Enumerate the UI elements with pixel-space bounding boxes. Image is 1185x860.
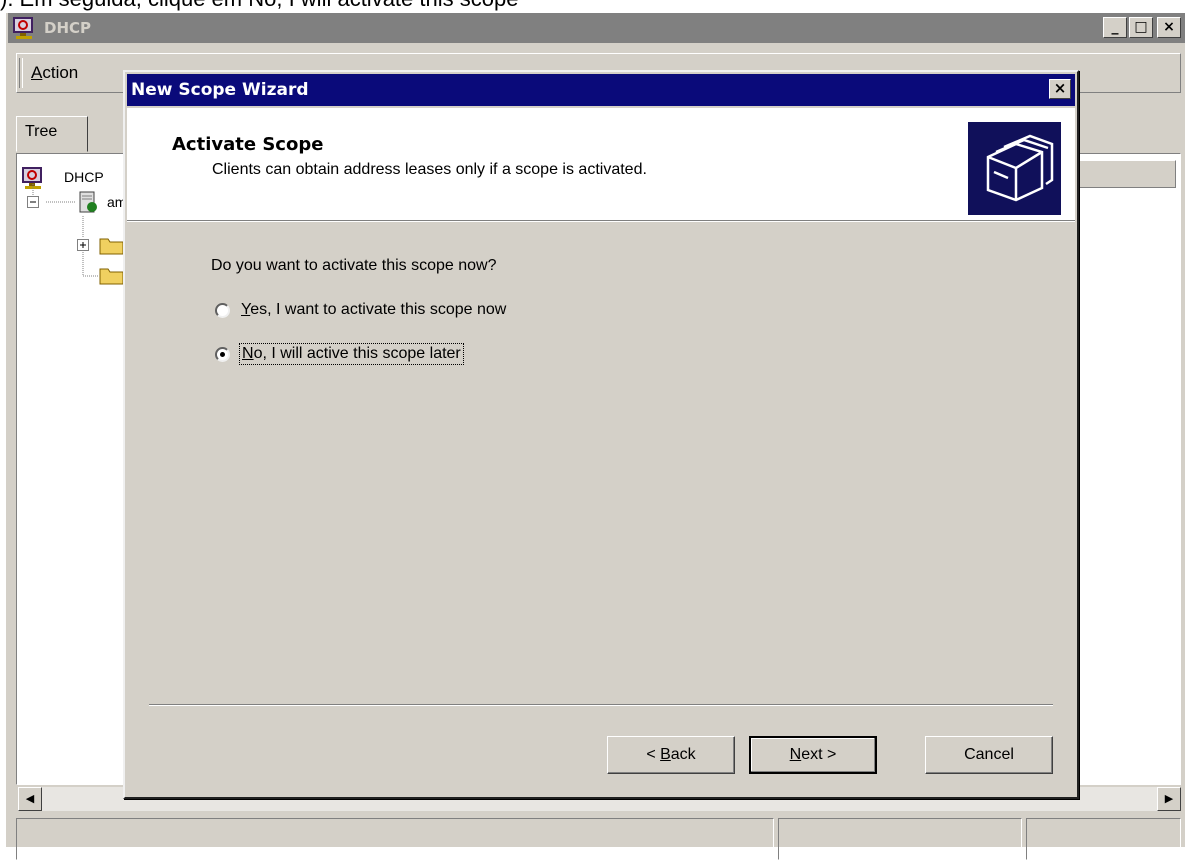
radio-activate-now-text: es, I want to activate this scope now bbox=[250, 301, 507, 318]
radio-activate-later-text: o, I will active this scope later bbox=[253, 345, 461, 362]
next-button-text: ext > bbox=[801, 746, 837, 763]
wizard-page-title: Activate Scope bbox=[172, 134, 324, 155]
cancel-button[interactable]: Cancel bbox=[925, 736, 1053, 774]
radio-activate-now-mnemonic: Y bbox=[241, 301, 251, 318]
header-divider bbox=[127, 221, 1075, 222]
status-bar bbox=[16, 818, 1181, 860]
radio-activate-later[interactable]: No, I will active this scope later bbox=[215, 342, 464, 366]
status-panel bbox=[1026, 818, 1181, 860]
menu-action-rest: ction bbox=[42, 63, 79, 82]
menubar-grip bbox=[19, 58, 23, 88]
back-button[interactable]: < Back bbox=[607, 736, 735, 774]
radio-activate-later-label[interactable]: No, I will active this scope later bbox=[239, 343, 464, 365]
scroll-left-arrow-icon[interactable]: ◀ bbox=[18, 787, 42, 811]
wizard-titlebar[interactable]: New Scope Wizard × bbox=[127, 74, 1075, 106]
main-window-title: DHCP bbox=[44, 19, 92, 37]
back-button-text: ack bbox=[670, 746, 696, 763]
wizard-title: New Scope Wizard bbox=[131, 80, 309, 100]
wizard-close-button[interactable]: × bbox=[1049, 79, 1071, 99]
instruction-caption: ). Em seguida, clique em No, I will acti… bbox=[0, 0, 1185, 12]
tab-tree[interactable]: Tree bbox=[16, 116, 88, 152]
radio-button-unchecked[interactable] bbox=[215, 302, 230, 318]
radio-activate-later-mnemonic: N bbox=[242, 345, 254, 362]
maximize-button[interactable]: □ bbox=[1129, 17, 1153, 38]
list-column-header[interactable] bbox=[1076, 160, 1176, 188]
close-button[interactable]: × bbox=[1157, 17, 1181, 38]
main-titlebar[interactable]: DHCP _ □ × bbox=[8, 13, 1185, 43]
status-panel bbox=[778, 818, 1022, 860]
radio-activate-now-label[interactable]: Yes, I want to activate this scope now bbox=[239, 300, 508, 320]
scroll-right-arrow-icon[interactable]: ▶ bbox=[1157, 787, 1181, 811]
next-button-mnemonic: N bbox=[789, 746, 802, 763]
folders-icon bbox=[968, 122, 1061, 215]
minimize-button[interactable]: _ bbox=[1103, 17, 1127, 38]
footer-divider-highlight bbox=[149, 705, 1053, 706]
dhcp-app-icon bbox=[12, 16, 40, 44]
menu-action[interactable]: Action bbox=[31, 63, 78, 83]
radio-activate-now[interactable]: Yes, I want to activate this scope now bbox=[215, 298, 508, 322]
new-scope-wizard-dialog: New Scope Wizard × Activate Scope Client… bbox=[123, 70, 1079, 799]
radio-button-checked[interactable] bbox=[215, 346, 230, 362]
tree-lines bbox=[32, 184, 99, 277]
wizard-page-subtitle: Clients can obtain address leases only i… bbox=[212, 161, 647, 178]
back-button-prefix: < bbox=[646, 746, 661, 763]
activate-question: Do you want to activate this scope now? bbox=[211, 257, 497, 274]
back-button-mnemonic: B bbox=[660, 746, 671, 763]
wizard-header: Activate Scope Clients can obtain addres… bbox=[127, 108, 1075, 221]
status-panel bbox=[16, 818, 774, 860]
next-button[interactable]: Next > bbox=[749, 736, 877, 774]
menu-action-mnemonic: A bbox=[31, 63, 43, 82]
